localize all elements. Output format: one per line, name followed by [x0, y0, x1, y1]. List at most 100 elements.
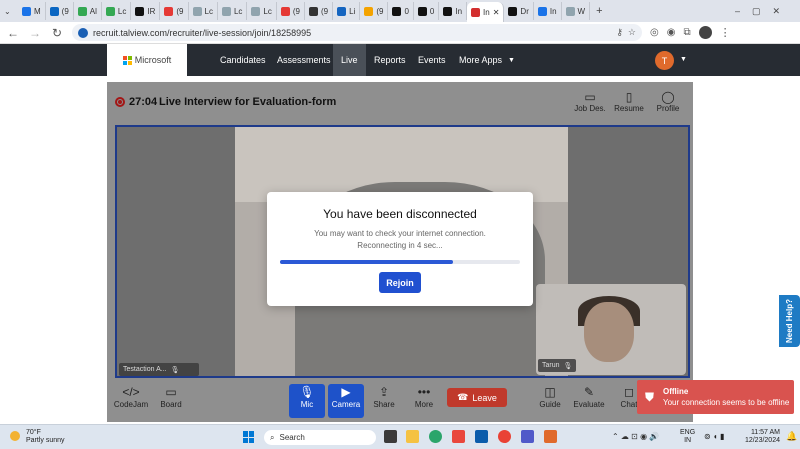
tab-favicon-icon: [471, 7, 481, 17]
back-icon[interactable]: ←: [6, 26, 20, 40]
browser-tab[interactable]: Li: [333, 2, 361, 20]
tab-favicon-icon: [49, 6, 59, 16]
share-button[interactable]: ⇪ Share: [366, 384, 402, 418]
tab-favicon-icon: [392, 6, 402, 16]
browser-menu-icon[interactable]: ⋮: [720, 26, 731, 39]
browser-tab-strip: ⌄ M (9 Al Lc IR (9 Lc Lc Lc (9 (9 Li (9 0 0 In In ✕ Dr In W …: [0, 0, 800, 22]
board-button[interactable]: ▭ Board: [153, 384, 189, 418]
browser-tab[interactable]: (9: [305, 2, 334, 20]
window-controls[interactable]: –▢✕: [735, 6, 792, 17]
camera-icon: ▶: [341, 385, 351, 399]
browser-tab[interactable]: Lc: [189, 2, 218, 20]
weather-widget[interactable]: 70°F Partly sunny: [10, 429, 65, 445]
reconnect-progress-bar: [280, 260, 520, 264]
resume-button[interactable]: ▯ Resume: [609, 90, 649, 113]
share-screen-icon: ⇪: [378, 385, 390, 399]
extension-icon[interactable]: ◎: [650, 27, 659, 38]
user-avatar[interactable]: T: [655, 51, 674, 70]
browser-tab[interactable]: Al: [74, 2, 102, 20]
browser-tab[interactable]: Lc: [247, 2, 277, 20]
close-tab-icon[interactable]: ✕: [493, 8, 500, 17]
file-explorer-icon[interactable]: [406, 430, 419, 443]
tab-label: Lc: [117, 6, 127, 16]
user-menu-caret-icon[interactable]: ▼: [680, 56, 687, 63]
leave-button[interactable]: ☎ Leave: [447, 388, 507, 407]
tab-favicon-icon: [251, 6, 261, 16]
profile-button[interactable]: ◯ Profile: [648, 90, 688, 113]
browser-tab[interactable]: In: [534, 2, 562, 20]
browser-tab[interactable]: (9: [46, 2, 74, 20]
nav-candidates[interactable]: Candidates: [212, 44, 274, 76]
browser-tab[interactable]: 0: [414, 2, 440, 20]
bookmark-star-icon[interactable]: ☆: [628, 27, 636, 38]
browser-tab[interactable]: Dr: [504, 2, 534, 20]
pip-participant-name: Tarun: [542, 362, 560, 369]
browser-tab[interactable]: IR: [131, 2, 161, 20]
browser-tab[interactable]: M: [18, 2, 46, 20]
windows-start-icon[interactable]: [243, 431, 255, 443]
mic-button[interactable]: 🎙 Mic: [289, 384, 325, 418]
slack-icon[interactable]: [452, 430, 465, 443]
browser-tab[interactable]: (9: [277, 2, 305, 20]
chrome-icon[interactable]: [498, 430, 511, 443]
profile-avatar[interactable]: [698, 26, 712, 39]
network-volume-icons[interactable]: ⊚ ◖ ▮: [704, 432, 724, 441]
guide-button[interactable]: ◫ Guide: [532, 384, 568, 418]
nav-live[interactable]: Live: [333, 44, 366, 76]
nav-events[interactable]: Events: [410, 44, 454, 76]
offline-toast[interactable]: ⛊ Offline Your connection seems to be of…: [637, 380, 794, 414]
url-text: recruit.talview.com/recruiter/live-sessi…: [93, 27, 312, 38]
rejoin-button[interactable]: Rejoin: [379, 272, 421, 293]
task-view-icon[interactable]: [384, 430, 397, 443]
browser-tab[interactable]: Lc: [218, 2, 248, 20]
nav-assessments[interactable]: Assessments: [269, 44, 339, 76]
language-indicator[interactable]: ENG IN: [680, 429, 695, 445]
browser-tab[interactable]: Lc: [102, 2, 132, 20]
tab-search-icon[interactable]: ⌄: [4, 7, 18, 16]
tab-favicon-icon: [164, 6, 174, 16]
extension-icon-2[interactable]: ◉: [667, 27, 676, 38]
reload-icon[interactable]: ↻: [50, 26, 64, 40]
resume-label: Resume: [614, 104, 644, 113]
teams-icon[interactable]: [521, 430, 534, 443]
pip-participant-tag: Tarun 🎙: [538, 359, 577, 372]
nav-more-apps[interactable]: More Apps ▼: [451, 44, 523, 76]
notification-bell-icon[interactable]: 🔔: [786, 431, 797, 442]
browser-tab[interactable]: (9: [360, 2, 389, 20]
tab-favicon-icon: [417, 6, 427, 16]
main-participant-tag: Testaction A... 🎙: [119, 363, 199, 376]
tab-favicon-icon: [565, 6, 575, 16]
self-view-video[interactable]: Tarun 🎙: [536, 284, 686, 375]
job-description-button[interactable]: ▭ Job Des.: [570, 90, 610, 113]
forward-icon[interactable]: →: [28, 26, 42, 40]
outlook-icon[interactable]: [475, 430, 488, 443]
taskbar-clock[interactable]: 11:57 AM 12/23/2024: [744, 429, 780, 445]
windows-taskbar: 70°F Partly sunny ⌕ Search ⌃ ☁ ⊡ ◉ 🔊 ENG …: [0, 424, 800, 449]
document-icon: ▯: [625, 90, 633, 104]
key-icon[interactable]: ⚷: [616, 27, 623, 38]
tab-favicon-icon: [77, 6, 87, 16]
taskbar-search[interactable]: ⌕ Search: [264, 430, 376, 445]
weather-temp: 70°F: [26, 429, 41, 436]
camera-button[interactable]: ▶ Camera: [328, 384, 364, 418]
browser-tab[interactable]: In ✕: [467, 2, 505, 22]
system-tray-icons[interactable]: ⌃ ☁ ⊡ ◉ 🔊: [612, 432, 659, 441]
more-button[interactable]: ••• More: [406, 384, 442, 418]
browser-tab[interactable]: (9: [160, 2, 189, 20]
camera-label: Camera: [331, 400, 361, 409]
codejam-button[interactable]: </> CodeJam: [113, 384, 149, 418]
nav-reports[interactable]: Reports: [366, 44, 414, 76]
snipping-tool-icon[interactable]: [544, 430, 557, 443]
edge-icon[interactable]: [429, 430, 442, 443]
evaluate-button[interactable]: ✎ Evaluate: [571, 384, 607, 418]
url-field[interactable]: recruit.talview.com/recruiter/live-sessi…: [72, 24, 642, 41]
need-help-button[interactable]: Need Help?: [779, 295, 800, 347]
site-info-icon[interactable]: [78, 27, 88, 38]
tab-favicon-icon: [105, 6, 115, 16]
browser-tab[interactable]: W: [562, 2, 591, 20]
new-tab-button[interactable]: +: [596, 5, 602, 17]
extensions-puzzle-icon[interactable]: ⧉: [683, 27, 690, 38]
browser-tab[interactable]: 0: [388, 2, 414, 20]
microsoft-logo[interactable]: Microsoft: [107, 44, 187, 76]
browser-tab[interactable]: In: [439, 2, 468, 20]
